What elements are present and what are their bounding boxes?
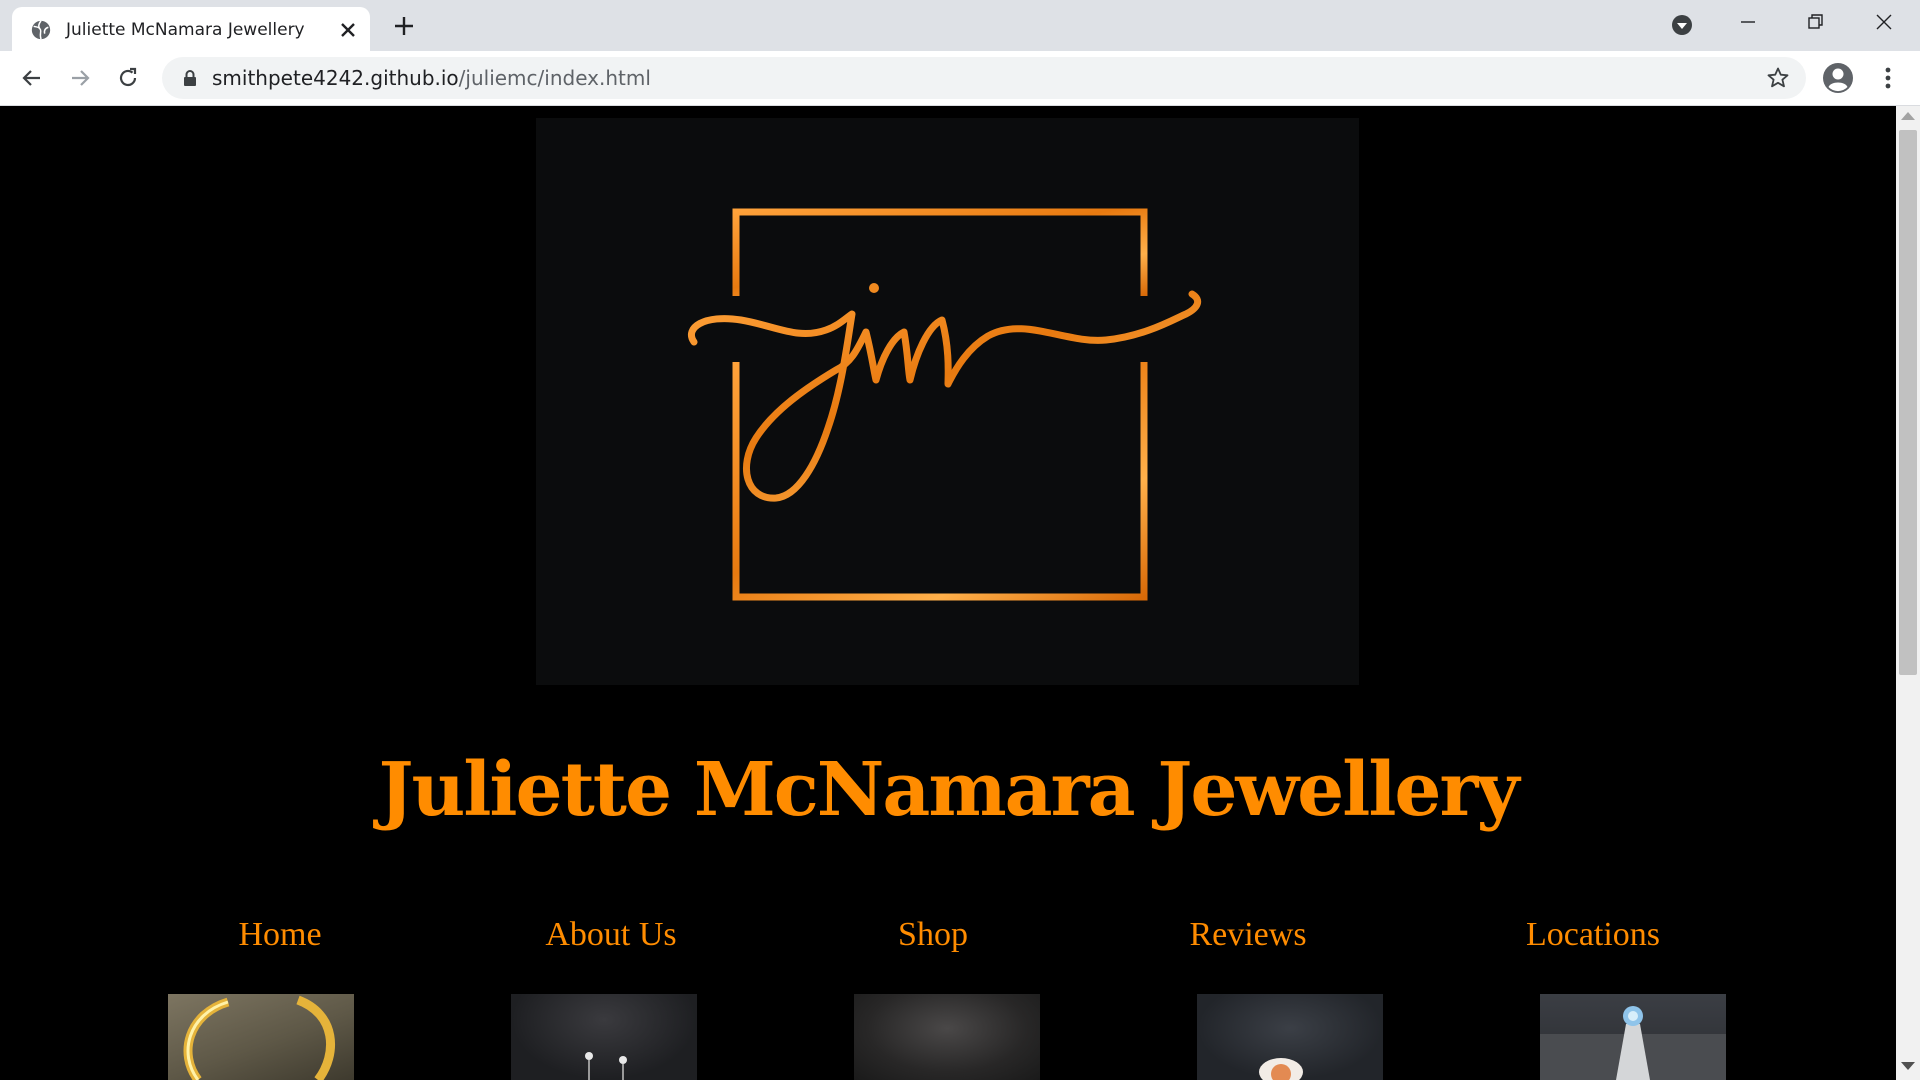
jm-monogram-logo [688,208,1202,601]
star-icon[interactable] [1766,66,1790,90]
globe-icon [31,20,51,40]
address-bar[interactable]: smithpete4242.github.io/juliemc/index.ht… [162,57,1806,99]
close-window-button[interactable] [1850,0,1918,44]
plus-icon[interactable] [392,14,416,38]
nav-link-shop[interactable]: Shop [898,916,968,954]
reload-button[interactable] [114,64,142,92]
browser-tab[interactable]: Juliette McNamara Jewellery [12,7,370,51]
restore-icon [1808,14,1823,29]
tab-title: Juliette McNamara Jewellery [66,20,305,40]
product-thumbnail-locations[interactable] [1540,994,1726,1080]
url-host: smithpete4242.github.io [212,66,459,90]
product-thumbnail-home[interactable] [168,994,354,1080]
product-thumbnail-about[interactable] [511,994,697,1080]
url-path: /juliemc/index.html [458,66,651,90]
main-nav: Home About Us Shop Reviews Locations [0,916,1896,966]
scroll-up-arrow[interactable] [1901,112,1915,120]
scroll-down-arrow[interactable] [1901,1062,1915,1070]
minimize-button[interactable] [1714,0,1782,44]
minimize-icon [1741,21,1755,23]
site-title: Juliette McNamara Jewellery [378,747,1520,833]
product-thumbnail-shop[interactable] [854,994,1040,1080]
back-arrow-icon [22,70,40,86]
profile-icon[interactable] [1822,62,1854,94]
close-icon [1876,14,1892,30]
page-viewport: Juliette McNamara Jewellery Home About U… [0,106,1896,1080]
product-thumbnail-reviews[interactable] [1197,994,1383,1080]
reload-icon [119,67,137,87]
kebab-menu-icon[interactable] [1876,63,1900,93]
nav-link-about-us[interactable]: About Us [545,916,676,954]
logo-image [536,118,1359,685]
nav-link-locations[interactable]: Locations [1526,916,1660,954]
nav-link-reviews[interactable]: Reviews [1189,916,1306,954]
tab-search-icon[interactable] [1670,13,1694,37]
url-text: smithpete4242.github.io/juliemc/index.ht… [212,67,651,89]
forward-button[interactable] [66,64,94,92]
close-icon[interactable] [338,20,358,40]
back-button[interactable] [18,64,46,92]
nav-link-home[interactable]: Home [238,916,321,954]
scrollbar-thumb[interactable] [1899,130,1917,675]
restore-button[interactable] [1782,0,1850,44]
browser-toolbar: smithpete4242.github.io/juliemc/index.ht… [0,51,1920,106]
forward-arrow-icon [72,70,90,86]
tab-strip: Juliette McNamara Jewellery [0,0,1920,51]
lock-icon [184,70,196,86]
